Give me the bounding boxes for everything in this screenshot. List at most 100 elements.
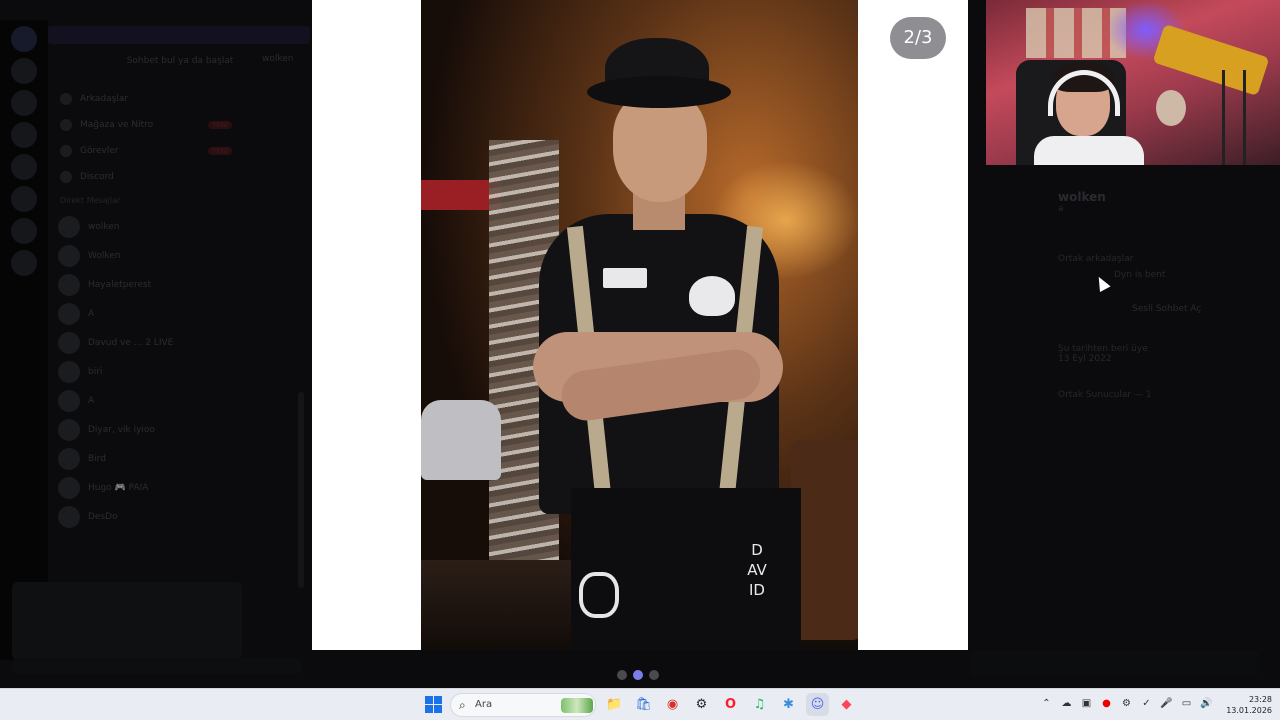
scrollbar[interactable] — [298, 392, 304, 588]
mannequin-head — [1156, 90, 1186, 126]
mutual-servers[interactable]: Ortak Sunucular — 1 — [1058, 390, 1258, 400]
dm-item[interactable]: Davud ve ... 2 LIVE — [52, 328, 302, 357]
server-icon[interactable] — [11, 58, 37, 84]
chrome-icon[interactable]: ◉ — [661, 693, 684, 716]
search-icon: ⌕ — [459, 698, 466, 712]
avatar — [58, 476, 80, 499]
steam-tray-icon[interactable]: ⚙ — [1120, 697, 1133, 710]
carousel-dot-active[interactable] — [633, 670, 643, 680]
taskbar-apps: 📁 🛍 ◉ ⚙ O ♫ ✱ ☺ ◆ — [603, 693, 858, 716]
streamer-shirt — [1034, 136, 1144, 165]
server-icon[interactable] — [11, 154, 37, 180]
name-badge — [603, 268, 647, 288]
sidebar-item-discord[interactable]: Discord — [52, 164, 302, 190]
dm-item[interactable]: Hayaletperest — [52, 270, 302, 299]
avatar — [58, 273, 80, 296]
carousel-dot[interactable] — [649, 670, 659, 680]
clock-date: 13.01.2026 — [1226, 706, 1272, 715]
server-rail — [0, 20, 48, 660]
taskbar: ⌕ Ara 📁 🛍 ◉ ⚙ O ♫ ✱ ☺ ◆ ⌃ ☁ ▣ ● ⚙ ✓ 🎤 ▭ … — [0, 688, 1280, 720]
profile-name: wolken — [1058, 190, 1106, 204]
discord-icon[interactable]: ☺ — [806, 693, 829, 716]
viewer-image[interactable]: DAVID — [421, 0, 858, 650]
avatar — [58, 505, 80, 528]
mutual-friends-header: Ortak arkadaşlar — [1058, 254, 1134, 264]
taskbar-search[interactable]: ⌕ Ara — [450, 693, 596, 717]
opera-icon[interactable]: O — [719, 693, 742, 716]
new-badge: YENİ — [208, 121, 232, 129]
settings-icon[interactable]: ✱ — [777, 693, 800, 716]
avatar — [58, 389, 80, 412]
discord-home-icon[interactable] — [11, 26, 37, 52]
avatar — [58, 302, 80, 325]
cloud-off-icon[interactable]: ☁ — [1060, 697, 1073, 710]
quests-icon — [60, 145, 72, 157]
friends-icon — [60, 93, 72, 105]
light-stand — [1222, 70, 1246, 165]
avatar — [58, 215, 80, 238]
avatar — [58, 331, 80, 354]
explore-icon[interactable] — [11, 250, 37, 276]
avatar — [58, 244, 80, 267]
avatar — [58, 360, 80, 383]
app-tray-icon[interactable]: ▣ — [1080, 697, 1093, 710]
hat-brim — [587, 76, 731, 108]
clock[interactable]: 23:28 13.01.2026 — [1226, 694, 1272, 716]
dm-item[interactable]: Diyar, vik iyioo — [52, 415, 302, 444]
message-input[interactable] — [970, 650, 1260, 676]
dm-item[interactable]: DesDo — [52, 502, 302, 531]
chevron-up-icon[interactable]: ⌃ — [1040, 697, 1053, 710]
apron-logo-icon — [579, 572, 619, 618]
dm-item[interactable]: Hugo 🎮 PAIA — [52, 473, 302, 502]
face — [613, 92, 707, 202]
dm-sidebar: Arkadaşlar Mağaza ve Nitro YENİ Görevler Y… — [52, 86, 302, 531]
dm-item[interactable]: Wolken — [52, 241, 302, 270]
waiter-figure: DAVID — [421, 0, 858, 650]
sidebar-item-quests[interactable]: Görevler YENİ — [52, 138, 302, 164]
file-explorer-icon[interactable]: 📁 — [603, 693, 626, 716]
clock-time: 23:28 — [1248, 695, 1272, 704]
server-icon[interactable] — [11, 122, 37, 148]
store-icon[interactable]: 🛍 — [632, 693, 655, 716]
search-bar[interactable] — [12, 658, 302, 674]
valorant-icon[interactable]: ◆ — [835, 693, 858, 716]
image-counter: 2/3 — [890, 17, 946, 59]
steam-icon[interactable]: ⚙ — [690, 693, 713, 716]
carousel-dots — [617, 670, 659, 680]
new-badge: YENİ — [208, 147, 232, 155]
server-icon[interactable] — [11, 90, 37, 116]
add-server-icon[interactable] — [11, 218, 37, 244]
dm-section-header: Direkt Mesajlar — [60, 196, 121, 205]
windows-logo-icon — [425, 696, 433, 704]
profile-activity: Dyn is bent — [1114, 270, 1166, 280]
security-icon[interactable]: ✓ — [1140, 697, 1153, 710]
member-since-date: 13 Eyl 2022 — [1058, 354, 1112, 364]
scarf — [1152, 23, 1270, 97]
shirt-logo-icon — [689, 276, 735, 316]
avatar — [58, 418, 80, 441]
dm-item[interactable]: A — [52, 386, 302, 415]
server-icon[interactable] — [11, 186, 37, 212]
network-icon[interactable]: ▭ — [1180, 697, 1193, 710]
volume-icon[interactable]: 🔊 — [1200, 697, 1213, 710]
carousel-dot[interactable] — [617, 670, 627, 680]
voice-chat-button[interactable]: Sesli Sohbet Aç — [1132, 304, 1258, 314]
user-profile-panel: wolken a Ortak arkadaşlar Dyn is bent Se… — [1058, 186, 1258, 400]
dm-item[interactable]: wolken — [52, 212, 302, 241]
apron-name-text: DAVID — [747, 541, 767, 599]
streamer — [1026, 62, 1144, 165]
spotify-icon[interactable]: ♫ — [748, 693, 771, 716]
nitro-icon — [60, 119, 72, 131]
microphone-icon[interactable]: 🎤 — [1160, 697, 1173, 710]
dm-item[interactable]: Bird — [52, 444, 302, 473]
avatar — [58, 447, 80, 470]
search-highlight-image — [561, 698, 593, 713]
profile-handle: a — [1058, 204, 1064, 214]
sidebar-item-friends[interactable]: Arkadaşlar — [52, 86, 302, 112]
record-icon[interactable]: ● — [1100, 697, 1113, 710]
sidebar-item-nitro[interactable]: Mağaza ve Nitro YENİ — [52, 112, 302, 138]
dm-item[interactable]: A — [52, 299, 302, 328]
dm-item[interactable]: biri — [52, 357, 302, 386]
start-button[interactable] — [425, 696, 442, 713]
image-viewer-modal: DAVID — [312, 0, 968, 650]
